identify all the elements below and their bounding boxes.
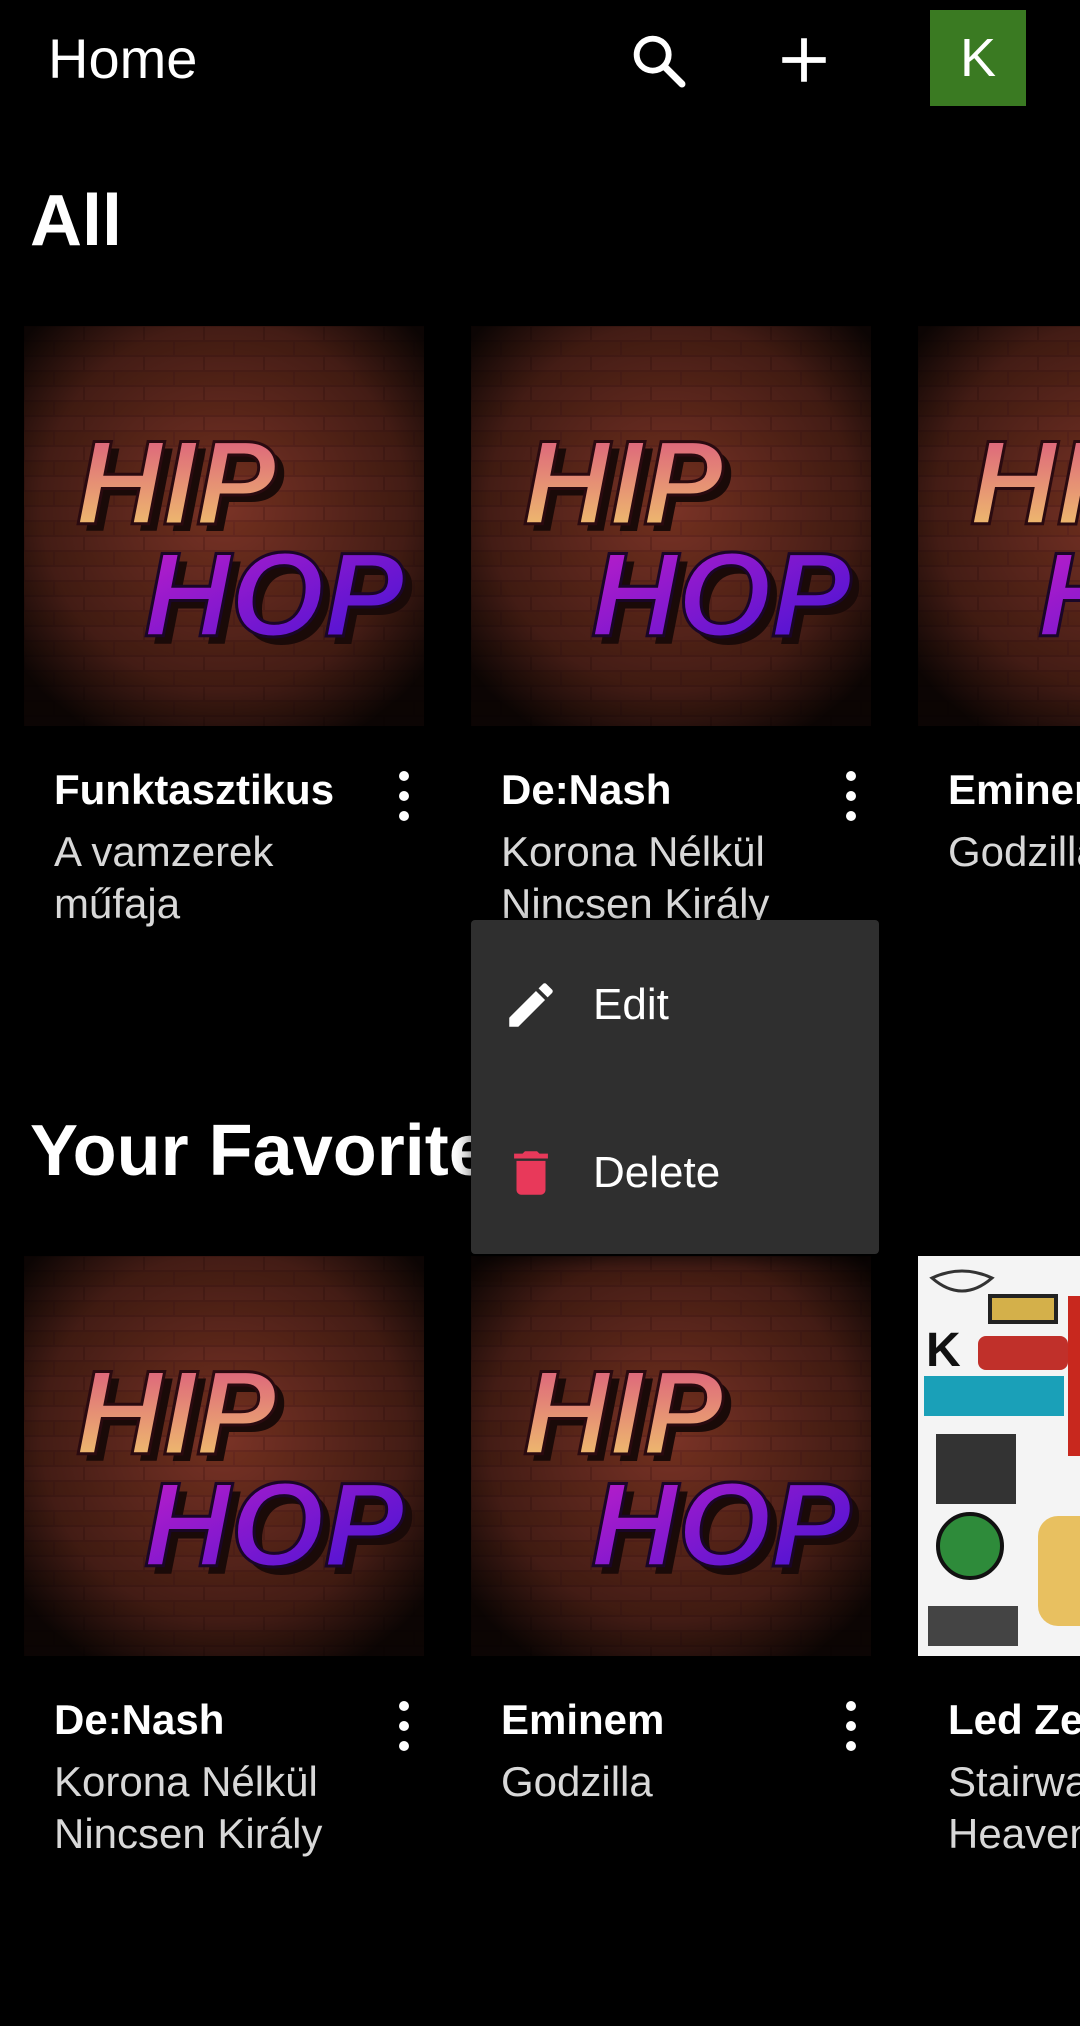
card-row-favorites[interactable]: HIP HIP HOP HOP De:Nash Korona Nélkül Ni…: [0, 1256, 1080, 1896]
album-cover[interactable]: K: [918, 1256, 1080, 1656]
avatar[interactable]: K: [930, 10, 1026, 106]
song-card[interactable]: HIP HIP HOP HOP Funktasztikus A vamzerek…: [24, 326, 424, 966]
song-card[interactable]: HIP HOP Eminem Godzilla: [918, 326, 1080, 966]
song-card[interactable]: K Led Zeppelin Stairway to Heaven: [918, 1256, 1080, 1896]
card-subtitle: Stairway to Heaven: [948, 1758, 1080, 1857]
add-icon: [782, 38, 826, 82]
album-cover[interactable]: HIP HOP: [918, 326, 1080, 726]
card-subtitle: Godzilla: [501, 1758, 653, 1805]
hip-hop-cover-art: HIP HIP HOP HOP: [24, 1256, 424, 1656]
add-button[interactable]: [764, 20, 844, 100]
section-title-all: All: [30, 181, 123, 261]
hip-hop-cover-art: HIP HIP HOP HOP: [471, 1256, 871, 1656]
more-vert-icon: [399, 1701, 409, 1751]
svg-text:K: K: [926, 1324, 961, 1377]
cover-hop-text: HOP: [144, 528, 405, 662]
card-title: De:Nash: [54, 1696, 225, 1743]
hip-hop-cover-art: HIP HIP HOP HOP: [24, 326, 424, 726]
rock-band-collage-art: K: [918, 1256, 1080, 1656]
card-title: De:Nash: [501, 766, 672, 813]
page-title: Home: [48, 27, 198, 90]
album-cover[interactable]: HIP HIP HOP HOP: [24, 1256, 424, 1656]
delete-menu-item[interactable]: Delete: [471, 1098, 879, 1248]
cover-hop-text: HOP: [144, 1458, 405, 1592]
card-subtitle: Korona Nélkül Nincsen Király: [501, 828, 770, 927]
album-cover[interactable]: HIP HIP HOP HOP: [471, 1256, 871, 1656]
more-vert-icon: [846, 1701, 856, 1751]
pencil-icon: [501, 975, 561, 1035]
card-title: Led Zeppelin: [948, 1696, 1080, 1743]
edit-label: Edit: [593, 980, 669, 1029]
trash-icon: [501, 1143, 561, 1203]
more-options-button[interactable]: [384, 766, 424, 826]
card-subtitle: Korona Nélkül Nincsen Király: [54, 1758, 323, 1857]
more-vert-icon: [846, 771, 856, 821]
song-card[interactable]: HIP HIP HOP HOP Eminem Godzilla: [471, 1256, 871, 1896]
card-row-all[interactable]: HIP HIP HOP HOP Funktasztikus A vamzerek…: [0, 326, 1080, 966]
card-subtitle: Godzilla: [948, 828, 1080, 875]
album-cover[interactable]: HIP HIP HOP HOP: [24, 326, 424, 726]
section-title-favorites: Your Favorites: [30, 1111, 529, 1191]
delete-label: Delete: [593, 1148, 721, 1197]
context-menu: Edit Delete: [471, 920, 879, 1254]
edit-menu-item[interactable]: Edit: [471, 930, 879, 1080]
card-title: Eminem: [948, 766, 1080, 813]
album-cover[interactable]: HIP HIP HOP HOP: [471, 326, 871, 726]
more-vert-icon: [399, 771, 409, 821]
cover-hop-text: HOP: [591, 1458, 852, 1592]
song-card[interactable]: HIP HIP HOP HOP De:Nash Korona Nélkül Ni…: [24, 1256, 424, 1896]
card-subtitle: A vamzerek műfaja: [54, 828, 274, 927]
more-options-button[interactable]: [831, 1696, 871, 1756]
avatar-letter: K: [959, 28, 997, 88]
more-options-button[interactable]: [831, 766, 871, 826]
card-title: Eminem: [501, 1696, 665, 1743]
song-card[interactable]: HIP HIP HOP HOP De:Nash Korona Nélkül Ni…: [471, 326, 871, 966]
hip-hop-cover-art: HIP HOP: [918, 326, 1080, 726]
search-button[interactable]: [618, 20, 698, 100]
search-icon: [633, 35, 686, 88]
card-title: Funktasztikus: [54, 766, 335, 813]
hip-hop-cover-art: HIP HIP HOP HOP: [471, 326, 871, 726]
cover-hop-text: HOP: [591, 528, 852, 662]
more-options-button[interactable]: [384, 1696, 424, 1756]
cover-hop-text: HOP: [1038, 528, 1080, 662]
top-app-bar: Home K: [0, 0, 1080, 120]
